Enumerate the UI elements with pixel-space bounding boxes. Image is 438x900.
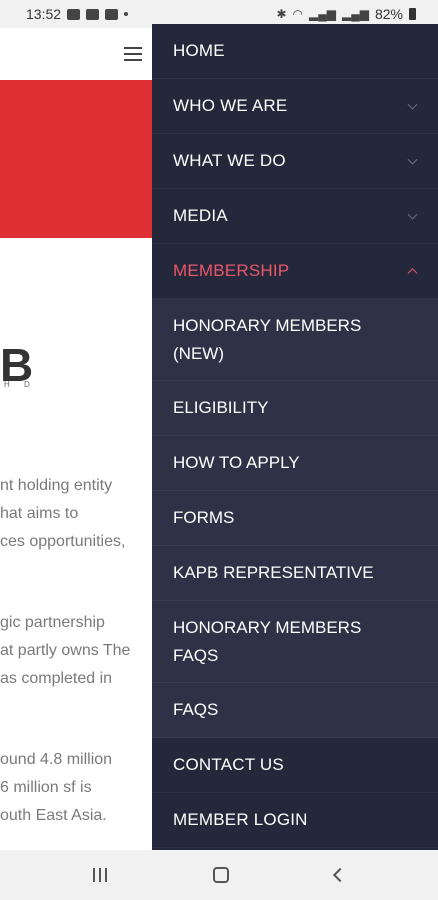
menu-item-contact-us[interactable]: CONTACT US — [152, 738, 438, 793]
hero-banner — [0, 80, 152, 238]
paragraph-line: outh East Asia. — [0, 807, 107, 824]
chevron-up-icon[interactable] — [407, 268, 418, 279]
menu-item-label: CONTACT US — [173, 755, 284, 774]
submenu-item-faqs[interactable]: FAQS — [152, 683, 438, 738]
gallery-notification-icon — [67, 8, 81, 20]
paragraph-line: hat aims to — [0, 505, 79, 522]
submenu-item-eligibility[interactable]: ELIGIBILITY — [152, 381, 438, 436]
submenu-item-kapb-representative[interactable]: KAPB REPRESENTATIVE — [152, 546, 438, 601]
chevron-down-icon[interactable] — [407, 154, 418, 165]
status-left: 13:52 — [26, 6, 129, 22]
paragraph-line: ces opportunities, — [0, 533, 126, 550]
app-notification-icon — [86, 8, 100, 20]
menu-item-member-login[interactable]: MEMBER LOGIN — [152, 793, 438, 848]
menu-item-label: MEMBER LOGIN — [173, 810, 308, 829]
submenu-item-label: HONORARY MEMBERS — [173, 315, 362, 335]
membership-submenu: HONORARY MEMBERS (NEW) ELIGIBILITY HOW T… — [152, 299, 438, 738]
logo-subtext: H D — [4, 380, 36, 389]
youtube-notification-icon — [105, 8, 119, 20]
status-time: 13:52 — [26, 6, 62, 22]
navigation-drawer: HOME WHO WE ARE WHAT WE DO MEDIA MEMBERS… — [152, 24, 438, 850]
status-right: ✱ ◠ ▂▄▆ ▂▄▆ 82% — [276, 6, 416, 22]
hamburger-menu-icon[interactable] — [124, 47, 142, 61]
paragraph-line: as completed in — [0, 670, 113, 687]
menu-item-home[interactable]: HOME — [152, 24, 438, 79]
submenu-item-label: KAPB REPRESENTATIVE — [173, 563, 374, 582]
recent-apps-icon[interactable] — [93, 868, 107, 882]
submenu-item-honorary-members-new[interactable]: HONORARY MEMBERS (NEW) — [152, 299, 438, 381]
chevron-down-icon[interactable] — [407, 209, 418, 220]
page-header — [0, 28, 152, 80]
menu-item-label: MEDIA — [173, 206, 228, 225]
bluetooth-icon: ✱ — [276, 7, 287, 21]
submenu-item-how-to-apply[interactable]: HOW TO APPLY — [152, 436, 438, 491]
background-page: B H D nt holding entity hat aims to ces … — [0, 28, 152, 850]
menu-item-membership[interactable]: MEMBERSHIP — [152, 244, 438, 299]
battery-icon — [409, 8, 416, 20]
paragraph-3: ound 4.8 million 6 million sf is outh Ea… — [0, 746, 150, 830]
menu-item-label: WHAT WE DO — [173, 151, 286, 170]
menu-item-what-we-do[interactable]: WHAT WE DO — [152, 134, 438, 189]
menu-item-who-we-are[interactable]: WHO WE ARE — [152, 79, 438, 134]
paragraph-1: nt holding entity hat aims to ces opport… — [0, 472, 150, 556]
submenu-item-label: HONORARY MEMBERS — [173, 617, 362, 637]
paragraph-line: at partly owns The — [0, 642, 131, 659]
menu-item-label: HOME — [173, 41, 225, 60]
submenu-item-label-line2: (NEW) — [173, 343, 224, 363]
chevron-down-icon[interactable] — [407, 99, 418, 110]
menu-item-media[interactable]: MEDIA — [152, 189, 438, 244]
more-notifications-icon — [124, 12, 129, 16]
signal-icon: ▂▄▆ — [309, 7, 336, 21]
paragraph-line: nt holding entity — [0, 477, 113, 494]
back-icon[interactable] — [332, 867, 348, 883]
paragraph-line: gic partnership — [0, 614, 105, 631]
menu-item-label: WHO WE ARE — [173, 96, 288, 115]
paragraph-line: 6 million sf is — [0, 779, 92, 796]
paragraph-line: ound 4.8 million — [0, 751, 113, 768]
home-icon[interactable] — [213, 867, 229, 883]
submenu-item-label: FAQS — [173, 700, 219, 719]
battery-percent: 82% — [374, 6, 403, 22]
paragraph-2: gic partnership at partly owns The as co… — [0, 609, 150, 693]
submenu-item-label: FORMS — [173, 508, 235, 527]
submenu-item-label: ELIGIBILITY — [173, 398, 269, 417]
submenu-item-forms[interactable]: FORMS — [152, 491, 438, 546]
signal-2-icon: ▂▄▆ — [342, 7, 369, 21]
submenu-item-honorary-members-faqs[interactable]: HONORARY MEMBERS FAQS — [152, 601, 438, 683]
menu-item-label: MEMBERSHIP — [173, 261, 290, 280]
system-navigation-bar — [0, 850, 438, 900]
wifi-icon: ◠ — [292, 7, 304, 21]
submenu-item-label: HOW TO APPLY — [173, 453, 300, 472]
submenu-item-label-line2: FAQS — [173, 645, 219, 665]
